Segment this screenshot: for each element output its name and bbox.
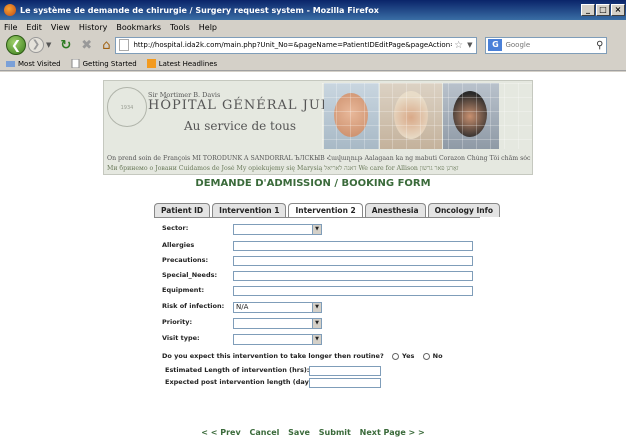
- search-icon[interactable]: ⚲: [596, 40, 603, 51]
- google-icon[interactable]: G: [488, 39, 503, 51]
- menu-view[interactable]: View: [51, 23, 70, 32]
- menu-file[interactable]: File: [4, 23, 17, 32]
- menu-history[interactable]: History: [79, 23, 107, 32]
- form-tabs: Patient ID Intervention 1 Intervention 2…: [154, 203, 502, 217]
- dropdown-arrow-icon: ▼: [312, 319, 321, 328]
- reload-icon[interactable]: ↻: [60, 38, 71, 53]
- history-dropdown-icon[interactable]: ▼: [46, 41, 51, 49]
- menu-help[interactable]: Help: [199, 23, 217, 32]
- menu-edit[interactable]: Edit: [26, 23, 42, 32]
- post-length-input[interactable]: [309, 378, 381, 388]
- hospital-seal-icon: 1934: [107, 87, 147, 127]
- maximize-button[interactable]: □: [596, 4, 610, 16]
- post-length-label: Expected post intervention length (days)…: [165, 378, 319, 386]
- bookmark-most-visited[interactable]: Most Visited: [6, 59, 61, 68]
- est-length-input[interactable]: [309, 366, 381, 376]
- special-needs-input[interactable]: [233, 271, 473, 281]
- close-button[interactable]: ×: [611, 4, 625, 16]
- banner-multilingual-line-2: Ми бринемо о Јовани Cuidamos de José My …: [107, 165, 459, 172]
- visit-type-select[interactable]: ▼: [233, 334, 322, 345]
- yes-radio[interactable]: [391, 352, 399, 360]
- sector-select[interactable]: ▼: [233, 224, 322, 235]
- special-needs-label: Special_Needs:: [162, 271, 218, 279]
- navigation-toolbar: ❮ ❯ ▼ ↻ ✖ ⌂ http://hospital.ida2k.com/ma…: [0, 34, 626, 56]
- banner-tagline: Au service de tous: [184, 119, 296, 133]
- stop-icon[interactable]: ✖: [81, 38, 92, 53]
- bookmark-getting-started[interactable]: Getting Started: [71, 59, 137, 68]
- folder-icon: [6, 61, 15, 67]
- tab-anesthesia[interactable]: Anesthesia: [364, 203, 426, 217]
- page-icon: [71, 59, 80, 68]
- bookmarks-toolbar: Most Visited Getting Started Latest Head…: [0, 57, 626, 71]
- hospital-banner: 1934 Sir Mortimer B. Davis HÔPITAL GÉNÉR…: [103, 80, 533, 175]
- banner-multilingual-line-1: On prend soin de François MI TÖRÖDÜNK A …: [107, 155, 531, 162]
- no-radio[interactable]: [422, 352, 430, 360]
- banner-grid-overlay: [322, 83, 532, 149]
- search-bar[interactable]: G ⚲: [485, 36, 608, 54]
- allergies-label: Allergies: [162, 241, 195, 249]
- form-title: DEMANDE D'ADMISSION / BOOKING FORM: [195, 178, 431, 189]
- dropdown-arrow-icon: ▼: [312, 335, 321, 344]
- form-footer-nav: < < Prev Cancel Save Submit Next Page > …: [0, 428, 626, 437]
- menu-bar: File Edit View History Bookmarks Tools H…: [0, 20, 626, 34]
- longer-question-label: Do you expect this intervention to take …: [162, 352, 384, 360]
- risk-select[interactable]: N/A ▼: [233, 302, 322, 313]
- prev-link[interactable]: < < Prev: [201, 428, 240, 437]
- back-button[interactable]: ❮: [6, 35, 26, 55]
- precautions-label: Precautions:: [162, 256, 209, 264]
- firefox-icon: [4, 4, 16, 16]
- url-dropdown-icon[interactable]: ▼: [467, 41, 472, 49]
- bookmark-star-icon[interactable]: ☆: [454, 40, 463, 51]
- priority-label: Priority:: [162, 318, 193, 326]
- dropdown-arrow-icon: ▼: [312, 303, 321, 312]
- minimize-button[interactable]: _: [581, 4, 595, 16]
- tab-oncology-info[interactable]: Oncology Info: [427, 203, 501, 217]
- equipment-input[interactable]: [233, 286, 473, 296]
- menu-bookmarks[interactable]: Bookmarks: [116, 23, 161, 32]
- allergies-input[interactable]: [233, 241, 473, 251]
- forward-button[interactable]: ❯: [28, 37, 44, 53]
- visit-type-label: Visit type:: [162, 334, 200, 342]
- tab-patient-id[interactable]: Patient ID: [154, 203, 211, 217]
- page-icon: [119, 39, 130, 51]
- yes-label: Yes: [401, 352, 415, 360]
- priority-select[interactable]: ▼: [233, 318, 322, 329]
- precautions-input[interactable]: [233, 256, 473, 266]
- submit-link[interactable]: Submit: [319, 428, 351, 437]
- bookmark-latest-headlines[interactable]: Latest Headlines: [146, 59, 217, 68]
- tab-intervention-1[interactable]: Intervention 1: [212, 203, 287, 217]
- longer-question-row: Do you expect this intervention to take …: [162, 352, 443, 360]
- window-title: Le système de demande de chirurgie / Sur…: [20, 5, 379, 15]
- est-length-label: Estimated Length of intervention (hrs):: [165, 366, 310, 374]
- tab-intervention-2[interactable]: Intervention 2: [288, 203, 363, 217]
- risk-label: Risk of infection:: [162, 302, 225, 310]
- next-page-link[interactable]: Next Page > >: [360, 428, 425, 437]
- cancel-link[interactable]: Cancel: [249, 428, 279, 437]
- equipment-label: Equipment:: [162, 286, 205, 294]
- home-icon[interactable]: ⌂: [102, 38, 110, 53]
- banner-hospital-name: HÔPITAL GÉNÉRAL JUIF: [148, 98, 337, 113]
- risk-value: N/A: [236, 303, 249, 311]
- dropdown-arrow-icon: ▼: [312, 225, 321, 234]
- no-label: No: [432, 352, 443, 360]
- window-titlebar: Le système de demande de chirurgie / Sur…: [0, 0, 626, 20]
- page-content: 1934 Sir Mortimer B. Davis HÔPITAL GÉNÉR…: [0, 72, 626, 443]
- url-text[interactable]: http://hospital.ida2k.com/main.php?Unit_…: [133, 41, 452, 49]
- rss-icon: [146, 59, 156, 68]
- address-bar[interactable]: http://hospital.ida2k.com/main.php?Unit_…: [115, 36, 478, 54]
- sector-label: Sector:: [162, 224, 189, 232]
- search-input[interactable]: [505, 41, 597, 49]
- tab-divider: [154, 217, 480, 218]
- menu-tools[interactable]: Tools: [170, 23, 190, 32]
- save-link[interactable]: Save: [288, 428, 310, 437]
